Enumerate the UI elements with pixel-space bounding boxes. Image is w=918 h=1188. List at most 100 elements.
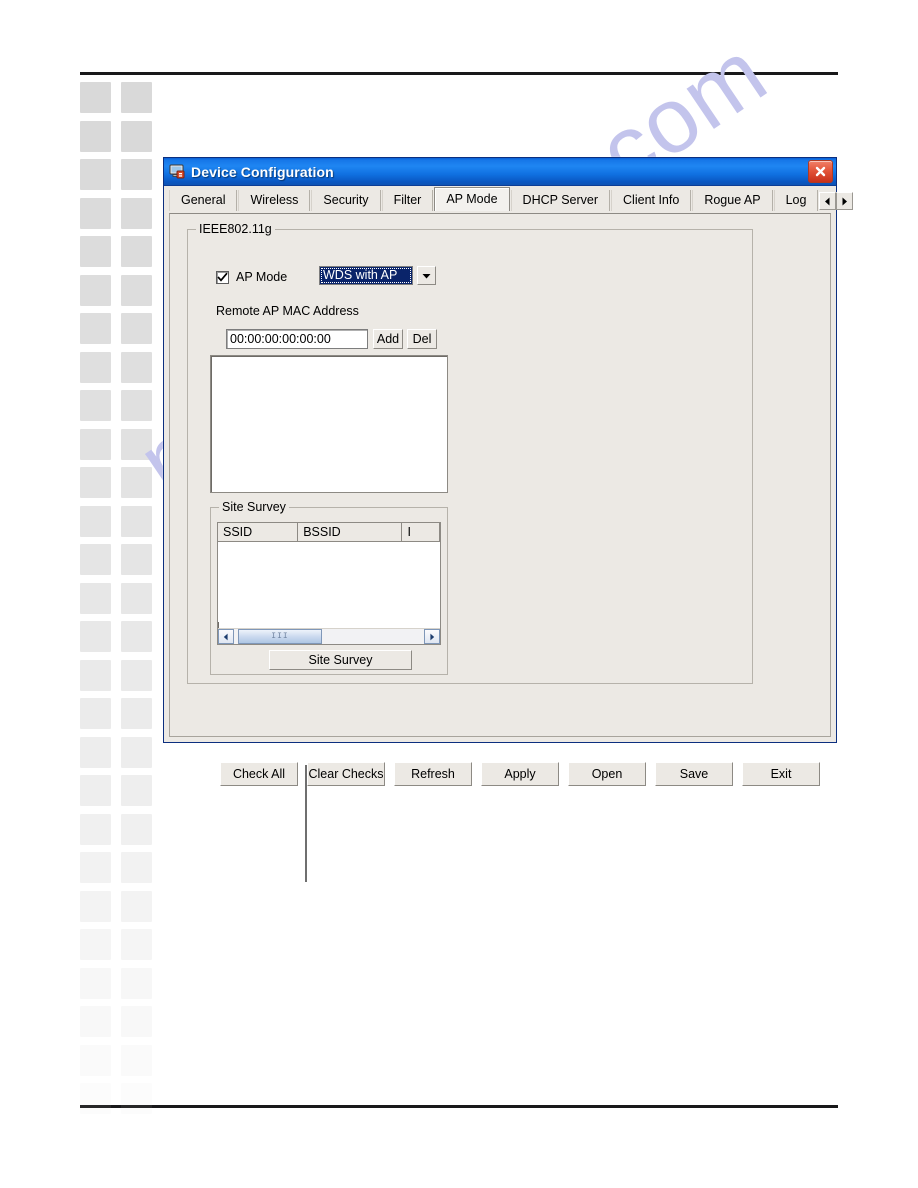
ap-mode-checkbox[interactable] [216, 270, 229, 284]
decoration-block [121, 929, 152, 960]
decoration-block [121, 467, 152, 498]
scanned-page: manualshive.com Device Configuration [0, 0, 918, 1188]
page-rule-bottom [80, 1105, 838, 1108]
tab-scroll-left-icon[interactable] [819, 192, 837, 210]
decoration-block [80, 1083, 111, 1114]
tab-wireless[interactable]: Wireless [238, 190, 311, 211]
decoration-block [121, 544, 152, 575]
delete-mac-button[interactable]: Del [407, 329, 437, 349]
ap-mode-select-value: WDS with AP [320, 267, 412, 284]
decoration-block [80, 698, 111, 729]
scrollbar-thumb[interactable]: III [238, 629, 322, 644]
tab-scroll-right-icon[interactable] [836, 192, 854, 210]
site-survey-button[interactable]: Site Survey [269, 650, 412, 670]
tab-content-ap-mode: IEEE802.11g AP Mode WDS with AP Remote A… [169, 213, 831, 786]
decoration-block [80, 120, 111, 152]
page-rule-top [80, 72, 838, 75]
close-icon[interactable] [808, 160, 833, 183]
decoration-block [80, 467, 111, 498]
site-survey-horizontal-scrollbar[interactable]: III [218, 628, 440, 644]
apply-button[interactable]: Apply [481, 762, 559, 786]
tab-security[interactable]: Security [311, 190, 381, 211]
column-header-ssid[interactable]: SSID [218, 523, 299, 542]
decoration-block [80, 621, 111, 652]
save-button[interactable]: Save [655, 762, 733, 786]
window-titlebar: Device Configuration [164, 158, 836, 186]
decoration-block [80, 1006, 111, 1037]
column-header-bssid[interactable]: BSSID [298, 523, 403, 542]
decoration-block [80, 505, 111, 537]
ap-mode-checkbox-row[interactable]: AP Mode [216, 270, 287, 284]
decoration-block [121, 505, 152, 537]
decoration-block [121, 1083, 152, 1114]
decoration-block [121, 852, 152, 883]
decoration-block [121, 120, 152, 152]
decoration-block [80, 351, 111, 383]
decoration-block [80, 274, 111, 306]
check-all-button[interactable]: Check All [220, 762, 298, 786]
remote-ap-mac-label: Remote AP MAC Address [216, 304, 359, 318]
tab-client-info[interactable]: Client Info [611, 190, 692, 211]
tab-general[interactable]: General [169, 190, 238, 211]
decoration-block [121, 82, 152, 113]
tab-log[interactable]: Log [773, 190, 819, 211]
decoration-block [80, 736, 111, 768]
decoration-block [80, 659, 111, 691]
decoration-block [121, 698, 152, 729]
decoration-block [80, 929, 111, 960]
tab-scroll-buttons [819, 192, 854, 211]
site-survey-table-body[interactable] [218, 542, 440, 622]
refresh-button[interactable]: Refresh [394, 762, 472, 786]
decoration-block [121, 1044, 152, 1076]
decoration-block [121, 736, 152, 768]
groupbox-ieee802-11g: IEEE802.11g AP Mode WDS with AP Remote A… [187, 222, 753, 684]
exit-button[interactable]: Exit [742, 762, 820, 786]
decoration-block [121, 197, 152, 229]
tab-dhcp-server[interactable]: DHCP Server [510, 190, 611, 211]
decoration-block [121, 1006, 152, 1037]
tab-filter[interactable]: Filter [381, 190, 434, 211]
decoration-block [80, 313, 111, 344]
chevron-down-icon[interactable] [417, 266, 436, 285]
decoration-block [121, 775, 152, 806]
decoration-block [80, 775, 111, 806]
decoration-block [80, 159, 111, 190]
decoration-block [121, 159, 152, 190]
decoration-block [121, 890, 152, 922]
add-mac-button[interactable]: Add [373, 329, 403, 349]
scrollbar-thumb-grip: III [271, 632, 289, 641]
site-survey-table[interactable]: SSID BSSID I III [217, 522, 441, 645]
decoration-block [80, 890, 111, 922]
decoration-block [121, 659, 152, 691]
decoration-block [121, 390, 152, 421]
ap-mode-select[interactable]: WDS with AP [319, 266, 413, 285]
site-survey-table-header: SSID BSSID I [218, 523, 440, 542]
decoration-block [80, 967, 111, 999]
tab-rogue-ap[interactable]: Rogue AP [692, 190, 773, 211]
decoration-block [80, 852, 111, 883]
decoration-block [80, 82, 111, 113]
groupbox-site-survey-title: Site Survey [219, 500, 289, 514]
groupbox-site-survey: Site Survey SSID BSSID I III Site Survey [210, 500, 448, 675]
clear-checks-button[interactable]: Clear Checks [307, 762, 385, 786]
open-button[interactable]: Open [568, 762, 646, 786]
window-title: Device Configuration [191, 163, 334, 180]
scrollbar-track[interactable]: III [234, 629, 424, 644]
decoration-block [121, 582, 152, 614]
device-config-icon [169, 163, 186, 180]
scroll-right-icon[interactable] [424, 629, 440, 644]
decoration-block [80, 197, 111, 229]
tab-ap-mode[interactable]: AP Mode [434, 187, 510, 211]
decoration-block [121, 351, 152, 383]
remote-ap-mac-input[interactable]: 00:00:00:00:00:00 [226, 329, 368, 349]
decoration-block [121, 274, 152, 306]
decoration-block [80, 544, 111, 575]
scroll-left-icon[interactable] [218, 629, 234, 644]
decoration-block [80, 428, 111, 460]
decoration-block [121, 313, 152, 344]
groupbox-ieee802-11g-title: IEEE802.11g [196, 222, 275, 236]
dialog-button-row: Check All Clear Checks Refresh Apply Open Sav… [220, 762, 820, 786]
remote-ap-mac-list[interactable] [210, 355, 448, 493]
column-header-i[interactable]: I [402, 523, 440, 542]
decoration-block [121, 428, 152, 460]
